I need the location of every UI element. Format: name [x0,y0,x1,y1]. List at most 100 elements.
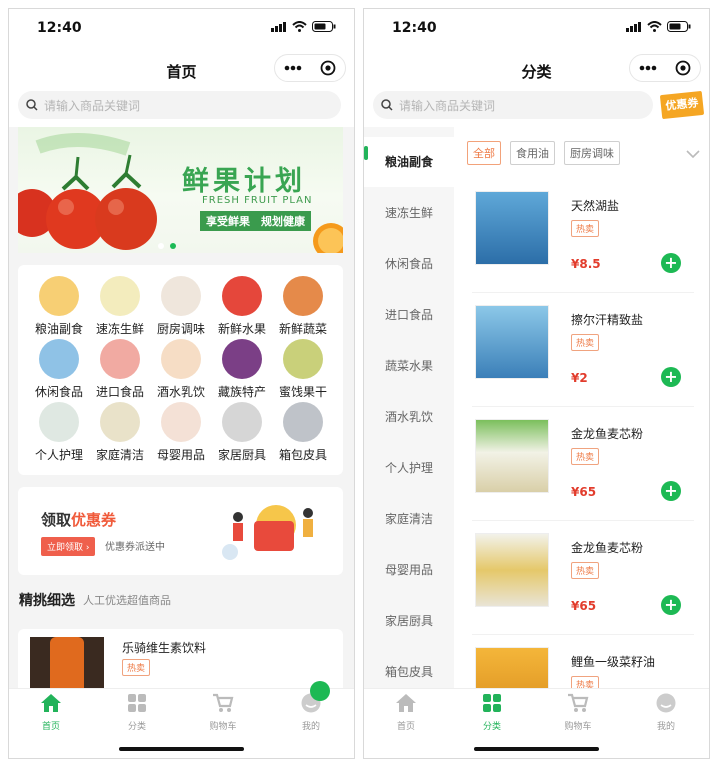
more-icon[interactable] [284,65,302,71]
banner-indicator [158,243,176,249]
category-item[interactable]: 家庭清洁 [89,402,151,465]
coupon-title: 领取优惠券 [41,509,116,530]
coupon-illustration [222,505,313,560]
close-target-icon[interactable] [675,60,691,76]
category-item[interactable]: 速冻生鲜 [89,276,151,339]
home-indicator [119,747,244,751]
chip-kitchen-seasoning[interactable]: 厨房调味 [564,141,620,165]
category-label: 休闲食品 [34,385,83,399]
search-icon [26,99,38,111]
add-to-cart-button[interactable]: + [661,481,681,501]
nav-bar: 首页 [9,49,354,93]
sidebar-item[interactable]: 母婴用品 [364,545,454,595]
add-to-cart-button[interactable]: + [661,367,681,387]
sidebar-item[interactable]: 速冻生鲜 [364,188,454,238]
category-item[interactable]: 家居厨具 [211,402,273,465]
category-item[interactable]: 个人护理 [28,402,90,465]
category-label: 母婴用品 [156,448,205,462]
category-item[interactable]: 进口食品 [89,339,151,402]
mini-program-capsule[interactable] [629,54,701,82]
home-kitchenware-icon [222,402,262,442]
sidebar-item[interactable]: 家居厨具 [364,596,454,646]
sidebar-item[interactable]: 休闲食品 [364,239,454,289]
dried-fruit-icon [283,339,323,379]
product-price: ¥65 [571,485,597,499]
tab-label: 分类 [482,722,501,732]
nav-bar: 分类 [364,49,709,93]
coupon-card[interactable]: 领取优惠券 立即领取 › 优惠券派送中 [18,487,343,575]
banner-dot-active[interactable] [170,243,176,249]
promo-banner[interactable]: 鲜果计划 FRESH FRUIT PLAN 享受鲜果 规划健康 [18,127,343,253]
product-item[interactable]: 天然湖盐 热卖 ¥8.5 + [472,179,694,293]
product-image [475,191,549,265]
add-to-cart-button[interactable]: + [661,253,681,273]
coupon-entry-tag[interactable]: 优惠券 [659,90,705,120]
tab-label: 购物车 [564,722,592,732]
cart-icon [568,693,589,712]
close-target-icon[interactable] [320,60,336,76]
chevron-down-icon[interactable] [686,150,700,158]
tab-label: 分类 [127,722,146,732]
category-item[interactable]: 新鲜蔬菜 [272,276,334,339]
search-input[interactable]: 请输入商品关键词 [373,91,653,119]
product-item[interactable]: 金龙鱼麦芯粉 热卖 ¥65 + [472,407,694,521]
category-item[interactable]: 厨房调味 [150,276,212,339]
product-price: ¥65 [571,599,597,613]
product-name: 金龙鱼麦芯粉 [571,427,644,441]
chip-cooking-oil[interactable]: 食用油 [510,141,555,165]
tab-mine[interactable]: 我的 [281,693,341,732]
category-label: 速冻生鲜 [95,322,144,336]
add-to-cart-button[interactable]: + [661,595,681,615]
sidebar-item[interactable]: 个人护理 [364,443,454,493]
product-image [475,533,549,607]
baby-products-icon [161,402,201,442]
tab-cart[interactable]: 购物车 [548,693,608,732]
sidebar-item[interactable]: 酒水乳饮 [364,392,454,442]
category-item[interactable]: 箱包皮具 [272,402,334,465]
kitchen-seasoning-icon [161,276,201,316]
search-icon [381,99,393,111]
coupon-title-highlight: 优惠券 [71,511,117,529]
claim-coupon-button[interactable]: 立即领取 › [41,537,96,556]
category-label: 新鲜水果 [217,322,266,336]
imported-food-icon [100,339,140,379]
category-item[interactable]: 蜜饯果干 [272,339,334,402]
category-item[interactable]: 藏族特产 [211,339,273,402]
product-name: 天然湖盐 [571,199,620,213]
category-item[interactable]: 酒水乳饮 [150,339,212,402]
tab-home[interactable]: 首页 [21,693,81,732]
hot-tag: 热卖 [571,562,600,579]
product-name: 乐骑维生素饮料 [122,641,207,655]
floating-add-button[interactable] [310,681,330,701]
tab-mine[interactable]: 我的 [636,693,696,732]
chip-all[interactable]: 全部 [467,141,501,165]
orange-slice-image [313,223,343,253]
sidebar-item[interactable]: 粮油副食 [364,137,454,187]
tab-category[interactable]: 分类 [462,693,522,732]
tab-category[interactable]: 分类 [107,693,167,732]
product-item[interactable]: 擦尔汗精致盐 热卖 ¥2 + [472,293,694,407]
category-item[interactable]: 新鲜水果 [211,276,273,339]
home-indicator [474,747,599,751]
tab-label: 我的 [301,722,320,732]
section-subtitle: 人工优选超值商品 [83,594,171,607]
sidebar-item[interactable]: 进口食品 [364,290,454,340]
banner-dot[interactable] [158,243,164,249]
search-input[interactable]: 请输入商品关键词 [18,91,341,119]
hot-tag: 热卖 [571,448,600,465]
home-icon [396,694,416,712]
product-item[interactable]: 金龙鱼麦芯粉 热卖 ¥65 + [472,521,694,635]
category-item[interactable]: 母婴用品 [150,402,212,465]
more-icon[interactable] [639,65,657,71]
category-item[interactable]: 粮油副食 [28,276,90,339]
sidebar-item[interactable]: 蔬菜水果 [364,341,454,391]
tab-home[interactable]: 首页 [376,693,436,732]
tab-cart[interactable]: 购物车 [193,693,253,732]
mini-program-capsule[interactable] [274,54,346,82]
sidebar-item[interactable]: 家庭清洁 [364,494,454,544]
category-item[interactable]: 休闲食品 [28,339,90,402]
tab-label: 首页 [396,722,415,732]
personal-care-icon [39,402,79,442]
luggage-icon [283,402,323,442]
frozen-food-icon [100,276,140,316]
